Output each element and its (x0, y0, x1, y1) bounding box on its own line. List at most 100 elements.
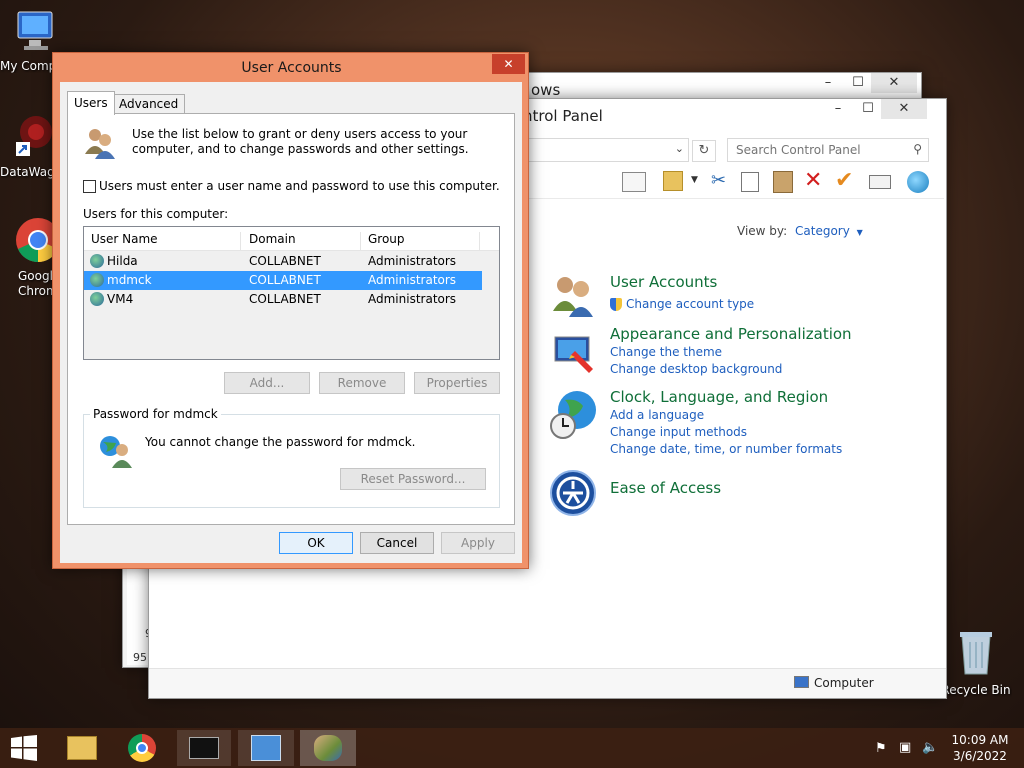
view-by-dropdown[interactable]: Category ▼ (795, 224, 863, 238)
desktop-icon-label: DataWag (0, 165, 55, 179)
view-by-value: Category (795, 224, 850, 238)
user-accounts-icon (553, 277, 593, 317)
taskbar-chrome[interactable] (116, 730, 170, 766)
chevron-down-icon[interactable]: ▼ (691, 175, 698, 185)
password-group-label: Password for mdmck (90, 407, 221, 421)
tab-users[interactable]: Users (67, 91, 115, 115)
dialog-title: User Accounts (241, 60, 342, 76)
dialog-client: Users Advanced Use the list below to gra… (60, 82, 522, 563)
chrome-icon-center (136, 742, 148, 754)
user-globe-icon (100, 436, 132, 468)
cell-domain: COLLABNET (249, 254, 321, 268)
checkmark-icon[interactable]: ✔ (835, 168, 853, 193)
category-title[interactable]: Ease of Access (610, 478, 721, 498)
delete-icon[interactable]: ✕ (804, 168, 822, 193)
close-button[interactable]: ✕ (881, 99, 927, 119)
category-link[interactable]: Change date, time, or number formats (610, 441, 842, 458)
search-input[interactable] (736, 140, 906, 160)
require-password-label[interactable]: Users must enter a user name and passwor… (99, 179, 500, 193)
user-icon (90, 254, 104, 268)
left-pane-fragment: 95 (133, 651, 147, 664)
paste-icon[interactable] (773, 171, 793, 193)
column-header-domain[interactable]: Domain (249, 232, 361, 250)
desktop-icon-datawag[interactable]: DataWag (0, 112, 56, 179)
column-header-user-name[interactable]: User Name (91, 232, 241, 250)
cancel-button[interactable]: Cancel (360, 532, 434, 554)
chevron-down-icon[interactable]: ⌄ (675, 142, 684, 155)
intro-text: Use the list below to grant or deny user… (132, 127, 469, 156)
search-box[interactable]: ⚲ (727, 138, 929, 162)
action-center-flag-icon[interactable]: ⚑ (875, 741, 887, 756)
table-row[interactable]: Hilda COLLABNET Administrators (84, 252, 482, 271)
taskbar: ⚑ ▣ 🔈 10:09 AM 3/6/2022 (0, 728, 1024, 768)
volume-muted-icon[interactable]: 🔈 (922, 740, 938, 755)
cut-icon[interactable]: ✂ (711, 170, 726, 191)
control-panel-icon (251, 735, 281, 761)
category-appearance: Appearance and Personalization Change th… (549, 323, 929, 383)
desktop-icon-label: Recycle Bin (941, 683, 1011, 697)
taskbar-user-accounts[interactable] (300, 730, 356, 766)
desktop-icon-my-computer[interactable]: My Comp (0, 8, 60, 73)
category-link[interactable]: Change account type (626, 296, 754, 313)
users-list[interactable]: User Name Domain Group Hilda COLLABNET A… (83, 226, 500, 360)
maximize-button[interactable]: ☐ (853, 99, 883, 119)
rename-icon[interactable] (869, 175, 891, 189)
category-link[interactable]: Change input methods (610, 424, 747, 441)
appearance-icon (554, 336, 593, 373)
taskbar-control-panel[interactable] (238, 730, 294, 766)
apply-button[interactable]: Apply (441, 532, 515, 554)
column-header-group[interactable]: Group (368, 232, 480, 250)
remove-button[interactable]: Remove (319, 372, 405, 394)
status-label: Computer (814, 676, 874, 690)
properties-button[interactable]: Properties (414, 372, 500, 394)
copy-icon[interactable] (741, 172, 759, 192)
minimize-button[interactable]: – (823, 99, 853, 119)
search-icon[interactable]: ⚲ (913, 142, 922, 156)
tab-advanced[interactable]: Advanced (112, 94, 186, 114)
shield-icon (610, 298, 622, 311)
category-link[interactable]: Add a language (610, 407, 704, 424)
terminal-icon (189, 737, 219, 759)
table-row-selected[interactable]: mdmck COLLABNET Administrators (84, 271, 482, 290)
reset-password-button[interactable]: Reset Password... (340, 468, 486, 490)
clock-date[interactable]: 3/6/2022 (945, 749, 1015, 763)
user-icon (90, 273, 104, 287)
cell-domain: COLLABNET (249, 273, 321, 287)
category-title[interactable]: Clock, Language, and Region (610, 387, 828, 407)
category-link[interactable]: Change desktop background (610, 361, 782, 378)
start-button[interactable] (0, 728, 50, 768)
cell-user-name: VM4 (107, 292, 134, 306)
tab-panel: Use the list below to grant or deny user… (67, 113, 515, 525)
refresh-icon[interactable]: ↻ (692, 140, 716, 162)
toolbar: ▼ ✂ ✕ ✔ (519, 168, 944, 199)
close-button[interactable]: ✕ (871, 73, 917, 93)
taskbar-command-prompt[interactable] (177, 730, 231, 766)
ok-button[interactable]: OK (279, 532, 353, 554)
control-panel-title: ntrol Panel (523, 107, 603, 125)
desktop-icon-chrome[interactable]: Googl Chrom (0, 216, 60, 299)
globe-icon[interactable] (907, 171, 929, 193)
network-icon[interactable]: ▣ (899, 740, 911, 755)
password-group: Password for mdmck You cannot change the… (83, 407, 500, 508)
user-accounts-dialog[interactable]: User Accounts ✕ Users Advanced Use the l… (52, 52, 529, 569)
desktop-icon-recycle-bin[interactable]: Recycle Bin (940, 628, 1012, 697)
folder-icon[interactable] (663, 171, 683, 191)
close-button[interactable]: ✕ (492, 54, 525, 74)
require-password-checkbox[interactable] (83, 180, 96, 193)
users-icon (314, 735, 342, 761)
chevron-down-icon: ▼ (856, 228, 863, 237)
taskbar-file-explorer[interactable] (55, 730, 109, 766)
category-title[interactable]: Appearance and Personalization (610, 324, 852, 344)
layout-icon[interactable] (622, 172, 646, 192)
cell-user-name: mdmck (107, 273, 152, 287)
maximize-button[interactable]: ☐ (843, 73, 873, 93)
cell-group: Administrators (368, 273, 457, 287)
table-row[interactable]: VM4 COLLABNET Administrators (84, 290, 482, 309)
category-title[interactable]: User Accounts (610, 272, 717, 292)
add-button[interactable]: Add... (224, 372, 310, 394)
ease-of-access-icon (550, 470, 596, 516)
category-link[interactable]: Change the theme (610, 344, 722, 361)
minimize-button[interactable]: – (813, 73, 843, 93)
clock-time[interactable]: 10:09 AM (945, 733, 1015, 747)
address-bar[interactable]: ⌄ (519, 138, 689, 162)
